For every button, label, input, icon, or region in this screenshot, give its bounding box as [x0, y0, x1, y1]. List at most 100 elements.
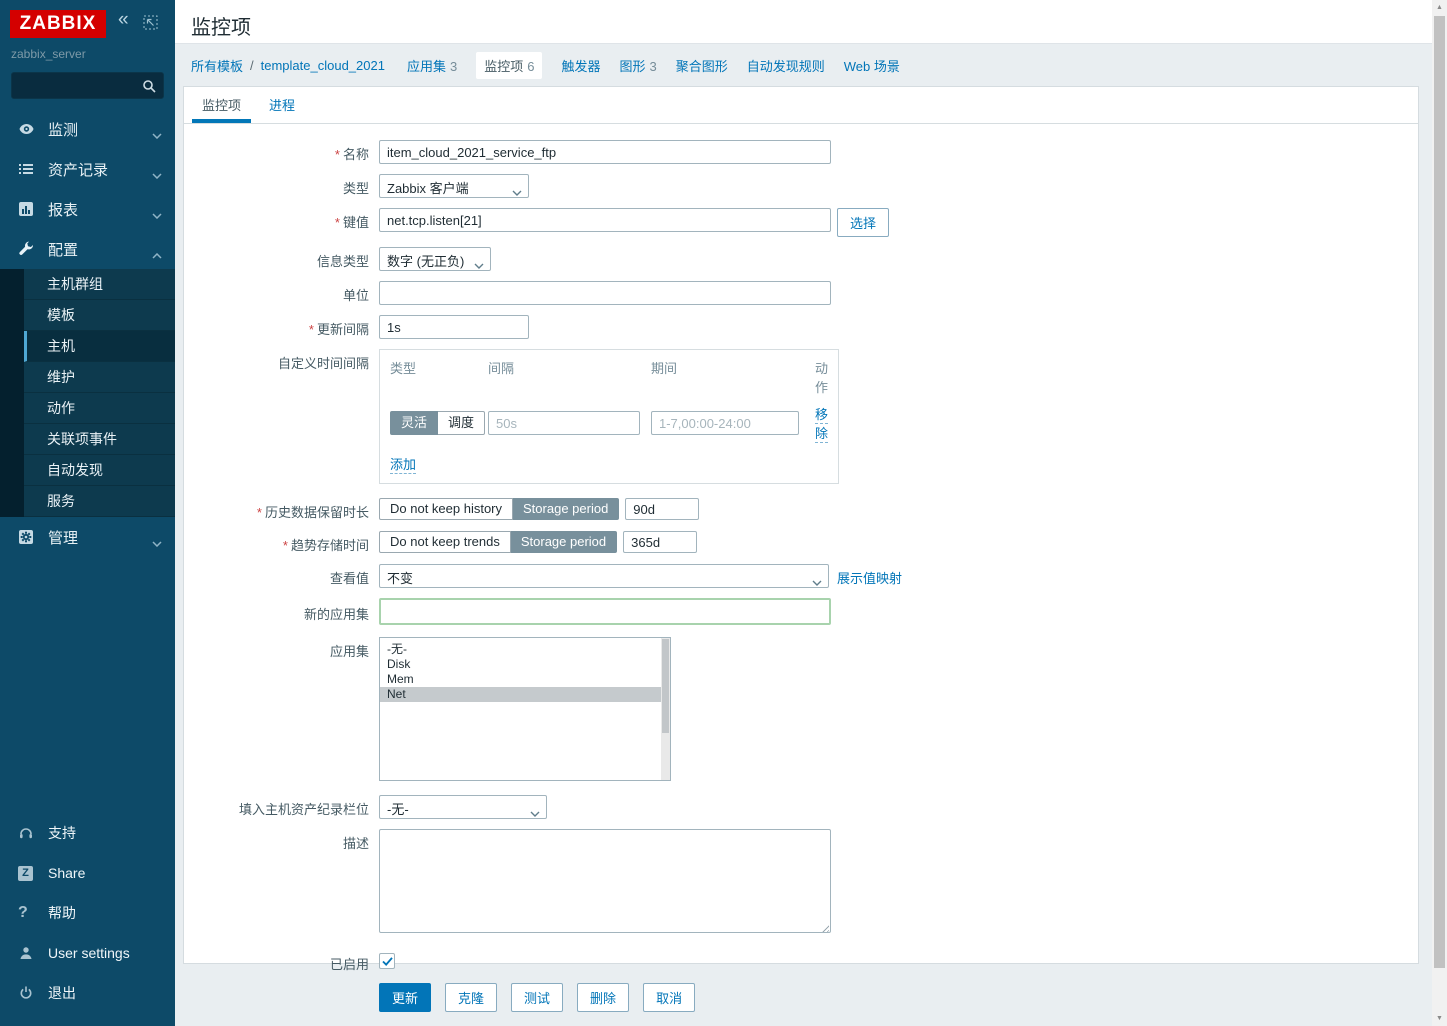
zabbix-logo[interactable]: ZABBIX	[10, 10, 106, 38]
units-input[interactable]	[379, 281, 831, 305]
applications-label: 应用集	[184, 637, 379, 660]
sidebar-item-host-groups[interactable]: 主机群组	[24, 269, 175, 300]
delete-button[interactable]: 删除	[577, 983, 629, 1012]
collapse-sidebar-icon[interactable]: «	[118, 9, 129, 31]
application-option-net[interactable]: Net	[380, 687, 670, 702]
configuration-submenu: 主机群组 模板 主机 维护 动作 关联项事件 自动发现 服务	[0, 269, 175, 517]
sidebar-item-administration[interactable]: 管理	[0, 517, 175, 557]
sidebar-item-reports[interactable]: 报表	[0, 189, 175, 229]
breadcrumb: 所有模板 / template_cloud_2021 应用集3 监控项6 触发器…	[175, 44, 1432, 86]
sidebar-item-templates[interactable]: 模板	[24, 300, 175, 331]
sidebar-item-label: 监测	[48, 119, 78, 140]
chevron-down-icon	[152, 166, 162, 183]
clone-button[interactable]: 克隆	[445, 983, 497, 1012]
breadcrumb-template[interactable]: template_cloud_2021	[261, 58, 385, 73]
check-icon	[382, 957, 393, 966]
breadcrumb-separator: /	[250, 58, 254, 73]
sidebar-item-help[interactable]: ? 帮助	[0, 893, 175, 933]
scrollbar-thumb[interactable]	[1434, 16, 1445, 968]
nav-web-scenarios[interactable]: Web 场景	[844, 56, 900, 75]
sidebar-item-hosts[interactable]: 主机	[24, 331, 175, 362]
no-trends-option[interactable]: Do not keep trends	[379, 531, 511, 553]
sidebar-item-maintenance[interactable]: 维护	[24, 362, 175, 393]
application-option-none[interactable]: -无-	[380, 642, 670, 657]
scheduling-option[interactable]: 调度	[438, 411, 485, 435]
type-select[interactable]: Zabbix 客户端	[379, 174, 529, 198]
scroll-up-arrow[interactable]: ▲	[1432, 4, 1447, 11]
nav-applications[interactable]: 应用集3	[407, 56, 457, 75]
sidebar-item-label: 帮助	[48, 903, 76, 923]
sidebar-item-label: 退出	[48, 983, 76, 1003]
expand-sidebar-icon[interactable]	[143, 15, 158, 30]
sidebar-item-user-settings[interactable]: User settings	[0, 933, 175, 973]
new-application-input[interactable]	[379, 598, 831, 625]
application-option-disk[interactable]: Disk	[380, 657, 670, 672]
add-interval-link[interactable]: 添加	[390, 457, 416, 474]
period-input[interactable]	[651, 411, 799, 435]
sidebar-item-share[interactable]: Z Share	[0, 853, 175, 893]
show-value-label: 查看值	[184, 564, 379, 587]
show-value-mappings-link[interactable]: 展示值映射	[837, 568, 902, 587]
enabled-checkbox[interactable]	[379, 953, 395, 969]
sidebar-item-event-correlation[interactable]: 关联项事件	[24, 424, 175, 455]
nav-graphs[interactable]: 图形3	[619, 56, 656, 75]
sidebar-item-services[interactable]: 服务	[24, 486, 175, 517]
no-history-option[interactable]: Do not keep history	[379, 498, 513, 520]
sidebar-item-label: 资产记录	[48, 159, 108, 180]
trends-period-input[interactable]	[623, 531, 697, 553]
breadcrumb-all-templates[interactable]: 所有模板	[191, 56, 243, 75]
page-scrollbar[interactable]: ▲ ▼	[1432, 0, 1447, 1026]
show-value-select[interactable]: 不变	[379, 564, 829, 588]
chevron-down-icon	[152, 126, 162, 143]
name-input[interactable]	[379, 140, 831, 164]
col-period: 期间	[651, 358, 809, 396]
populate-inventory-select[interactable]: -无-	[379, 795, 547, 819]
history-label: *历史数据保留时长	[184, 498, 379, 521]
history-segment: Do not keep history Storage period	[379, 498, 619, 520]
sidebar-item-logout[interactable]: 退出	[0, 973, 175, 1013]
col-action: 动作	[809, 358, 828, 396]
sidebar: ZABBIX « zabbix_server 监测 资产记录	[0, 0, 175, 1026]
chevron-down-icon	[512, 184, 522, 199]
key-select-button[interactable]: 选择	[837, 208, 889, 237]
sidebar-item-configuration[interactable]: 配置	[0, 229, 175, 269]
question-icon: ?	[18, 905, 36, 921]
nav-triggers[interactable]: 触发器	[561, 56, 600, 75]
application-option-mem[interactable]: Mem	[380, 672, 670, 687]
populate-inventory-label: 填入主机资产纪录栏位	[184, 795, 379, 818]
sidebar-item-inventory[interactable]: 资产记录	[0, 149, 175, 189]
sidebar-item-support[interactable]: 支持	[0, 813, 175, 853]
type-label: 类型	[184, 174, 379, 197]
history-period-input[interactable]	[625, 498, 699, 520]
remove-interval-link[interactable]: 移除	[815, 407, 828, 443]
flexible-option[interactable]: 灵活	[390, 411, 438, 435]
update-button[interactable]: 更新	[379, 983, 431, 1012]
nav-items[interactable]: 监控项6	[476, 52, 542, 79]
interval-input[interactable]	[488, 411, 640, 435]
form-actions: 更新 克隆 测试 删除 取消	[379, 983, 695, 1012]
sidebar-item-actions[interactable]: 动作	[24, 393, 175, 424]
info-type-select[interactable]: 数字 (无正负)	[379, 247, 491, 271]
listbox-scrollbar[interactable]	[661, 638, 670, 780]
applications-listbox[interactable]: -无- Disk Mem Net	[379, 637, 671, 781]
listbox-scrollbar-thumb[interactable]	[662, 639, 669, 733]
sidebar-item-monitoring[interactable]: 监测	[0, 109, 175, 149]
tab-preprocessing[interactable]: 进程	[259, 87, 305, 123]
tab-item[interactable]: 监控项	[192, 87, 251, 123]
description-textarea[interactable]	[379, 829, 831, 933]
history-storage-option[interactable]: Storage period	[513, 498, 619, 520]
sidebar-item-discovery[interactable]: 自动发现	[24, 455, 175, 486]
nav-screens[interactable]: 聚合图形	[676, 56, 728, 75]
power-icon	[18, 985, 36, 1001]
scroll-down-arrow[interactable]: ▼	[1432, 1015, 1447, 1022]
search-input[interactable]	[11, 72, 164, 99]
cancel-button[interactable]: 取消	[643, 983, 695, 1012]
key-input[interactable]	[379, 208, 831, 232]
trends-storage-option[interactable]: Storage period	[511, 531, 617, 553]
test-button[interactable]: 测试	[511, 983, 563, 1012]
search-icon	[141, 78, 157, 94]
server-name: zabbix_server	[0, 44, 175, 61]
nav-discovery-rules[interactable]: 自动发现规则	[747, 56, 825, 75]
eye-icon	[18, 121, 36, 137]
update-interval-input[interactable]	[379, 315, 529, 339]
